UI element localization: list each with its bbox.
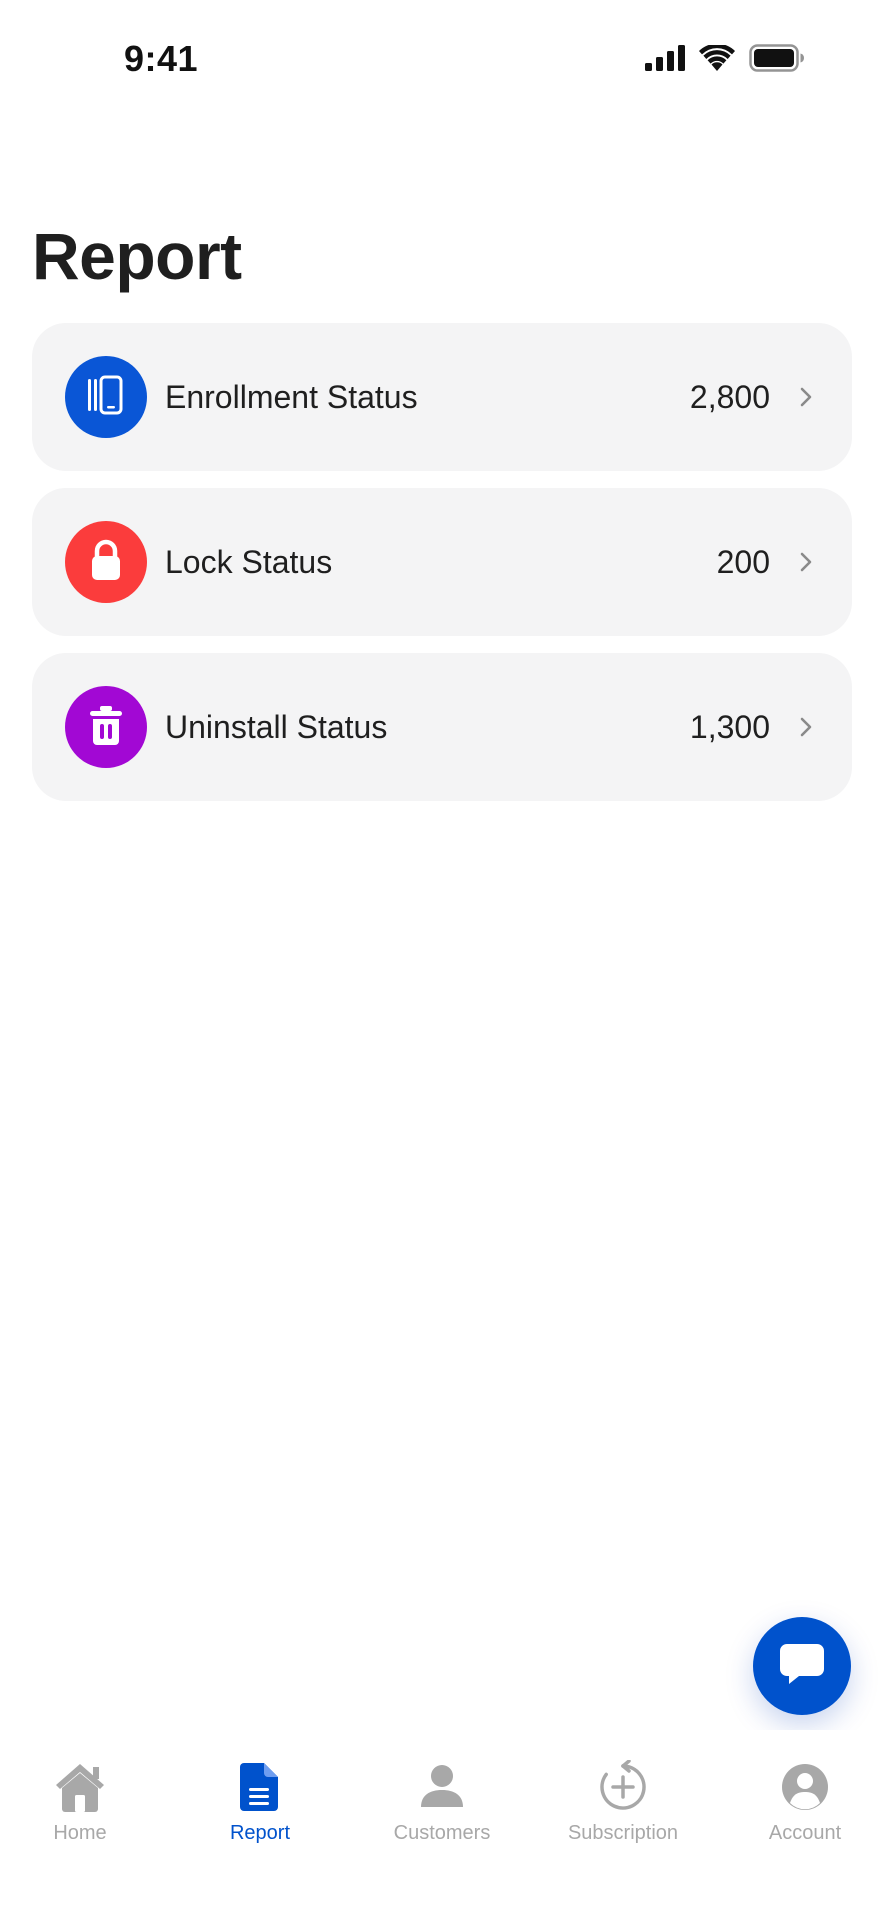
nav-item-customers[interactable]: Customers [357, 1758, 527, 1845]
nav-label: Account [768, 1822, 842, 1844]
trash-icon [86, 703, 126, 752]
report-card-uninstall-status[interactable]: Uninstall Status 1,300 [32, 653, 852, 801]
nav-label: Subscription [567, 1822, 679, 1844]
uninstall-icon-badge [65, 686, 147, 768]
wifi-icon [699, 43, 735, 76]
report-card-value: 1,300 [689, 708, 770, 745]
chevron-right-icon [798, 385, 814, 409]
report-card-enrollment-status[interactable]: Enrollment Status 2,800 [32, 323, 852, 471]
report-screen: 9:41 Report Enrollment Status 2,800 Lock… [0, 0, 885, 1920]
home-icon [51, 1758, 109, 1816]
cellular-signal-icon [645, 44, 685, 76]
report-card-label: Enrollment Status [165, 378, 418, 415]
status-bar: 9:41 [0, 0, 885, 122]
phone-stack-icon [83, 372, 129, 423]
report-list: Enrollment Status 2,800 Lock Status 200 [32, 323, 852, 818]
person-icon [413, 1758, 471, 1816]
battery-icon [749, 43, 805, 77]
report-card-lock-status[interactable]: Lock Status 200 [32, 488, 852, 636]
nav-item-subscription[interactable]: Subscription [538, 1758, 708, 1845]
page-title: Report [32, 219, 242, 293]
bottom-nav: Home Report Customers Subscription Accou… [0, 1730, 885, 1920]
nav-label: Report [229, 1822, 291, 1844]
chevron-right-icon [798, 550, 814, 574]
document-icon [231, 1758, 289, 1816]
report-card-value: 200 [716, 543, 770, 580]
enrollment-icon-badge [65, 356, 147, 438]
chat-button[interactable] [753, 1617, 851, 1715]
status-icons [645, 43, 805, 77]
report-card-label: Lock Status [165, 543, 333, 580]
nav-item-report[interactable]: Report [175, 1758, 345, 1845]
lock-icon-badge [65, 521, 147, 603]
account-circle-icon [776, 1758, 834, 1816]
nav-label: Home [53, 1822, 107, 1844]
nav-item-home[interactable]: Home [0, 1758, 165, 1845]
lock-icon [86, 538, 126, 587]
chat-bubble-icon [777, 1641, 827, 1692]
subscription-refresh-icon [594, 1758, 652, 1816]
nav-label: Customers [393, 1822, 491, 1844]
chevron-right-icon [798, 715, 814, 739]
status-time: 9:41 [124, 38, 199, 79]
report-card-value: 2,800 [689, 378, 770, 415]
report-card-label: Uninstall Status [165, 708, 388, 745]
nav-item-account[interactable]: Account [720, 1758, 885, 1845]
